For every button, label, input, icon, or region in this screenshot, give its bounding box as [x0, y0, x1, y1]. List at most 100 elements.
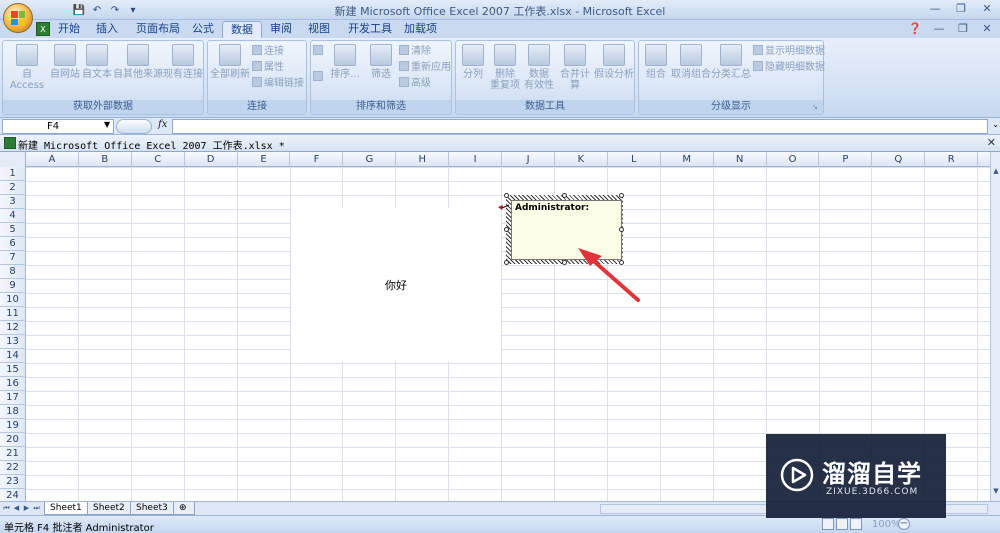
minimize-icon[interactable]: — [926, 2, 944, 16]
column-header[interactable]: R [925, 152, 979, 167]
row-header[interactable]: 5 [0, 223, 26, 237]
sort-button[interactable]: 排序... [329, 44, 361, 80]
close-icon[interactable]: ✕ [978, 2, 996, 16]
row-header[interactable]: 21 [0, 447, 26, 461]
merged-cell[interactable]: 你好 [291, 208, 501, 361]
tab-review[interactable]: 审阅 [262, 21, 300, 38]
reapply-button[interactable]: 重新应用 [399, 61, 451, 74]
sheet-tab-2[interactable]: Sheet2 [87, 502, 131, 515]
insert-sheet-button[interactable]: ⊕ [173, 502, 195, 515]
properties-button[interactable]: 属性 [252, 61, 284, 74]
maximize-icon[interactable]: ❐ [952, 2, 970, 16]
resize-handle[interactable] [504, 260, 509, 265]
resize-handle[interactable] [619, 193, 624, 198]
row-header[interactable]: 6 [0, 237, 26, 251]
normal-view-icon[interactable] [822, 518, 834, 530]
sort-ascending-button[interactable] [313, 45, 327, 58]
name-box[interactable]: F4 [2, 119, 114, 134]
row-header[interactable]: 15 [0, 363, 26, 377]
column-header[interactable]: A [26, 152, 79, 167]
row-header[interactable]: 20 [0, 433, 26, 447]
column-header[interactable]: Q [872, 152, 926, 167]
formula-input[interactable] [172, 119, 988, 134]
sheet-tab-1[interactable]: Sheet1 [44, 502, 88, 515]
row-header[interactable]: 16 [0, 377, 26, 391]
column-header[interactable]: K [555, 152, 608, 167]
row-header[interactable]: 11 [0, 307, 26, 321]
tab-page-layout[interactable]: 页面布局 [128, 21, 188, 38]
chevron-down-icon[interactable]: ▼ [104, 120, 110, 129]
existing-connections-button[interactable]: 现有连接 [163, 44, 203, 80]
help-icon[interactable]: ❓ [906, 22, 924, 36]
tab-addins[interactable]: 加载项 [396, 21, 445, 38]
column-header[interactable]: F [291, 152, 344, 167]
row-header[interactable]: 4 [0, 209, 26, 223]
column-header[interactable]: M [661, 152, 714, 167]
row-header[interactable]: 24 [0, 489, 26, 501]
doc-minimize-icon[interactable]: — [930, 22, 948, 36]
tab-view[interactable]: 视图 [300, 21, 338, 38]
row-header[interactable]: 14 [0, 349, 26, 363]
dialog-launcher-icon[interactable]: ↘ [812, 103, 821, 112]
from-text-button[interactable]: 自文本 [81, 44, 113, 80]
office-button[interactable] [3, 3, 33, 33]
row-header[interactable]: 3 [0, 195, 26, 209]
filter-button[interactable]: 筛选 [365, 44, 397, 80]
scroll-up-icon[interactable]: ▲ [991, 167, 1000, 179]
column-header[interactable]: C [132, 152, 185, 167]
row-header[interactable]: 23 [0, 475, 26, 489]
tab-home[interactable]: 开始 [50, 21, 88, 38]
tab-data[interactable]: 数据 [222, 21, 262, 38]
column-header[interactable]: H [396, 152, 450, 167]
row-header[interactable]: 7 [0, 251, 26, 265]
column-header[interactable]: G [343, 152, 397, 167]
row-header[interactable]: 18 [0, 405, 26, 419]
row-header[interactable]: 1 [0, 167, 26, 181]
row-header[interactable]: 10 [0, 293, 26, 307]
insert-function-icon[interactable]: fx [158, 119, 167, 130]
advanced-button[interactable]: 高级 [399, 77, 431, 90]
text-to-columns-button[interactable]: 分列 [458, 44, 488, 80]
subtotal-button[interactable]: 分类汇总 [711, 44, 751, 80]
remove-duplicates-button[interactable]: 删除 重复项 [488, 44, 522, 91]
show-detail-button[interactable]: 显示明细数据 [753, 45, 825, 58]
page-break-view-icon[interactable] [850, 518, 862, 530]
row-header[interactable]: 8 [0, 265, 26, 279]
hide-detail-button[interactable]: 隐藏明细数据 [753, 61, 825, 74]
column-header[interactable]: N [714, 152, 767, 167]
column-header[interactable]: I [449, 152, 503, 167]
sheet-tab-3[interactable]: Sheet3 [130, 502, 174, 515]
page-layout-view-icon[interactable] [836, 518, 848, 530]
row-header[interactable]: 2 [0, 181, 26, 195]
doc-close-icon[interactable]: ✕ [978, 22, 996, 36]
row-header[interactable]: 9 [0, 279, 26, 293]
column-header[interactable]: O [767, 152, 820, 167]
row-header[interactable]: 12 [0, 321, 26, 335]
zoom-out-icon[interactable]: − [898, 518, 910, 530]
row-header[interactable]: 17 [0, 391, 26, 405]
tab-developer[interactable]: 开发工具 [340, 21, 400, 38]
connections-button[interactable]: 连接 [252, 45, 284, 58]
doc-restore-icon[interactable]: ❐ [954, 22, 972, 36]
column-header[interactable]: D [185, 152, 238, 167]
ungroup-button[interactable]: 取消组合 [671, 44, 711, 80]
row-header[interactable]: 13 [0, 335, 26, 349]
close-icon[interactable]: ✕ [987, 136, 996, 149]
vertical-scrollbar[interactable]: ▲ ▼ [990, 152, 1000, 501]
last-sheet-icon[interactable]: ⏭ [32, 503, 41, 514]
formula-cancel-enter[interactable] [116, 119, 152, 134]
consolidate-button[interactable]: 合并计算 [556, 44, 594, 91]
column-header[interactable]: E [238, 152, 291, 167]
data-validation-button[interactable]: 数据 有效性 [522, 44, 556, 91]
row-header[interactable]: 22 [0, 461, 26, 475]
select-all-corner[interactable] [0, 152, 26, 167]
group-button[interactable]: 组合 [641, 44, 671, 80]
column-header[interactable]: L [608, 152, 661, 167]
scroll-down-icon[interactable]: ▼ [991, 487, 1000, 499]
what-if-analysis-button[interactable]: 假设分析 [594, 44, 634, 80]
resize-handle[interactable] [504, 193, 509, 198]
tab-insert[interactable]: 插入 [88, 21, 126, 38]
edit-links-button[interactable]: 编辑链接 [252, 77, 304, 90]
refresh-all-button[interactable]: 全部刷新 [210, 44, 250, 80]
expand-formula-icon[interactable]: ⌄ [992, 120, 999, 129]
